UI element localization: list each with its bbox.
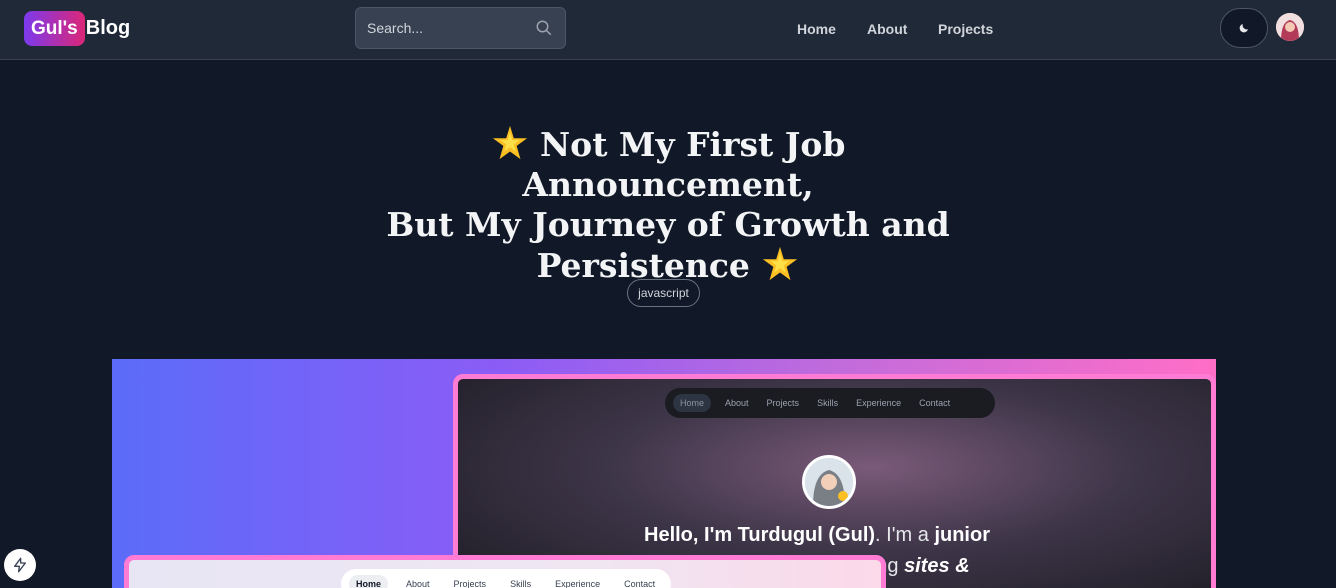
star-sparkle-icon bbox=[492, 125, 527, 160]
search-input[interactable] bbox=[356, 8, 526, 48]
lightning-bolt-icon bbox=[14, 557, 26, 573]
moon-icon bbox=[1239, 24, 1248, 33]
cover-hello-line-1: Hello, I'm Turdugul (Gul). I'm a junior bbox=[644, 524, 990, 546]
nav-projects-link[interactable]: Projects bbox=[938, 21, 993, 37]
logo-text: Blog bbox=[85, 16, 131, 39]
cover-nav-light: Home About Projects Skills Experience Co… bbox=[341, 569, 671, 588]
avatar-image bbox=[1276, 13, 1304, 41]
cover-nav-item: Experience bbox=[856, 398, 902, 408]
tag-badge[interactable]: javascript bbox=[627, 279, 700, 307]
cover-nav-item: Contact bbox=[919, 398, 951, 408]
cover-nav-item: Home bbox=[349, 575, 389, 588]
cover-nav-item: Projects bbox=[453, 579, 487, 588]
cover-nav-item: Contact bbox=[624, 579, 656, 588]
lightning-bolt-button[interactable] bbox=[4, 549, 36, 581]
user-avatar[interactable] bbox=[1276, 13, 1304, 41]
star-sparkle-icon bbox=[763, 246, 798, 281]
cover-nav: Home About Projects Skills Experience Co… bbox=[665, 388, 995, 418]
cover-nav-item: About bbox=[725, 398, 749, 408]
title-line-2: But My Journey of Growth and bbox=[386, 205, 950, 244]
post-cover-image: Home About Projects Skills Experience Co… bbox=[112, 359, 1216, 588]
search-box bbox=[355, 7, 566, 49]
search-icon[interactable] bbox=[535, 19, 553, 37]
title-line-1: Not My First Job Announcement, bbox=[522, 125, 846, 204]
logo-badge: Gul's bbox=[24, 10, 85, 46]
cover-nav-item: Skills bbox=[510, 579, 532, 588]
theme-toggle-button[interactable] bbox=[1220, 8, 1268, 48]
site-logo[interactable]: Gul's Blog bbox=[24, 10, 130, 46]
cover-screenshot-light: Home About Projects Skills Experience Co… bbox=[124, 555, 886, 588]
cover-nav-item: Projects bbox=[766, 398, 800, 408]
cover-nav-item: About bbox=[406, 579, 430, 588]
cover-nav-item: Experience bbox=[555, 579, 601, 588]
cover-avatar bbox=[802, 455, 856, 509]
cover-nav-item: Skills bbox=[817, 398, 839, 408]
nav-home-link[interactable]: Home bbox=[797, 21, 836, 37]
post-title: Not My First Job Announcement, But My Jo… bbox=[340, 124, 996, 286]
cover-nav-item: Home bbox=[673, 394, 712, 412]
nav-about-link[interactable]: About bbox=[867, 21, 907, 37]
top-navbar: Gul's Blog Home About Projects bbox=[0, 0, 1336, 60]
